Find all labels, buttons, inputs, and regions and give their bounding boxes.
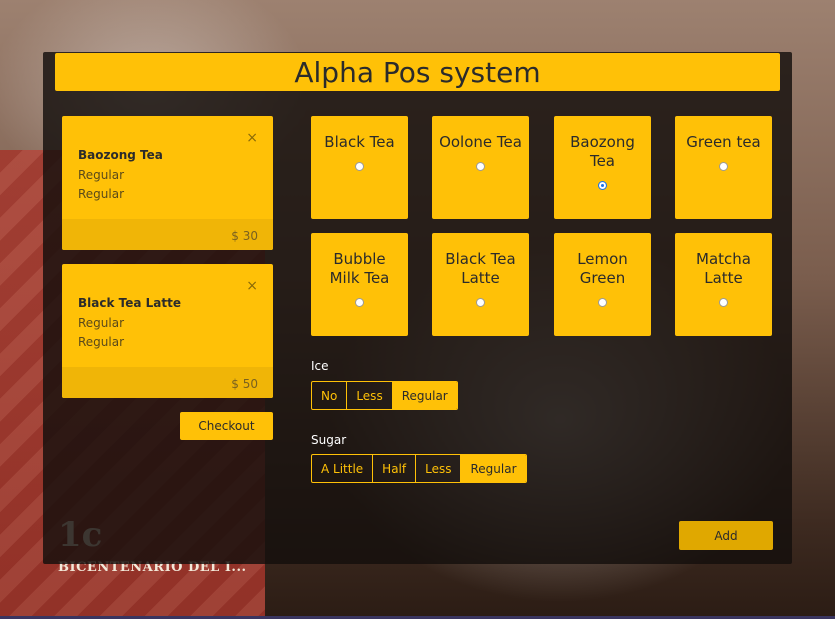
tea-card-green-tea[interactable]: Green tea — [675, 116, 772, 219]
tea-card-baozong-tea[interactable]: Baozong Tea — [554, 116, 651, 219]
tea-card-black-tea[interactable]: Black Tea — [311, 116, 408, 219]
order-card: × Black Tea Latte Regular Regular $ 50 — [62, 264, 273, 398]
order-item-name: Black Tea Latte — [78, 296, 181, 310]
tea-radio[interactable] — [719, 162, 728, 171]
sugar-option-regular[interactable]: Regular — [461, 455, 526, 482]
app-title: Alpha Pos system — [55, 53, 780, 91]
tea-name: Green tea — [686, 133, 761, 151]
order-item-price: $ 30 — [62, 219, 273, 250]
ice-button-group: No Less Regular — [311, 381, 458, 410]
order-item-sugar: Regular — [78, 187, 125, 201]
ice-option-regular[interactable]: Regular — [392, 382, 457, 409]
ice-label: Ice — [311, 359, 329, 373]
tea-card-lemon-green[interactable]: Lemon Green — [554, 233, 651, 336]
tea-card-bubble-milk-tea[interactable]: Bubble Milk Tea — [311, 233, 408, 336]
tea-radio[interactable] — [355, 162, 364, 171]
tea-name: Oolone Tea — [439, 133, 522, 151]
tea-radio[interactable] — [476, 298, 485, 307]
order-card: × Baozong Tea Regular Regular $ 30 — [62, 116, 273, 250]
tea-card-matcha-latte[interactable]: Matcha Latte — [675, 233, 772, 336]
tea-radio[interactable] — [598, 298, 607, 307]
tea-radio[interactable] — [476, 162, 485, 171]
sugar-label: Sugar — [311, 433, 347, 447]
order-item-sugar: Regular — [78, 335, 125, 349]
tea-name: Black Tea Latte — [445, 250, 516, 287]
ice-option-less[interactable]: Less — [347, 382, 393, 409]
sugar-option-a-little[interactable]: A Little — [312, 455, 374, 482]
sugar-option-less[interactable]: Less — [416, 455, 462, 482]
tea-radio-selected[interactable] — [598, 181, 607, 190]
close-icon[interactable]: × — [246, 130, 258, 146]
tea-name: Black Tea — [324, 133, 395, 151]
tea-name: Matcha Latte — [696, 250, 751, 287]
tea-radio[interactable] — [719, 298, 728, 307]
tea-name: Lemon Green — [577, 250, 628, 287]
order-item-ice: Regular — [78, 316, 125, 330]
tea-name: Bubble Milk Tea — [329, 250, 390, 287]
ice-option-no[interactable]: No — [312, 382, 348, 409]
sugar-option-half[interactable]: Half — [373, 455, 417, 482]
tea-card-oolone-tea[interactable]: Oolone Tea — [432, 116, 529, 219]
checkout-button[interactable]: Checkout — [180, 412, 273, 440]
order-item-price: $ 50 — [62, 367, 273, 398]
order-item-name: Baozong Tea — [78, 148, 163, 162]
tea-card-black-tea-latte[interactable]: Black Tea Latte — [432, 233, 529, 336]
tea-name: Baozong Tea — [570, 133, 635, 170]
close-icon[interactable]: × — [246, 278, 258, 294]
sugar-button-group: A Little Half Less Regular — [311, 454, 527, 483]
add-button[interactable]: Add — [679, 521, 773, 550]
order-item-ice: Regular — [78, 168, 125, 182]
tea-radio[interactable] — [355, 298, 364, 307]
